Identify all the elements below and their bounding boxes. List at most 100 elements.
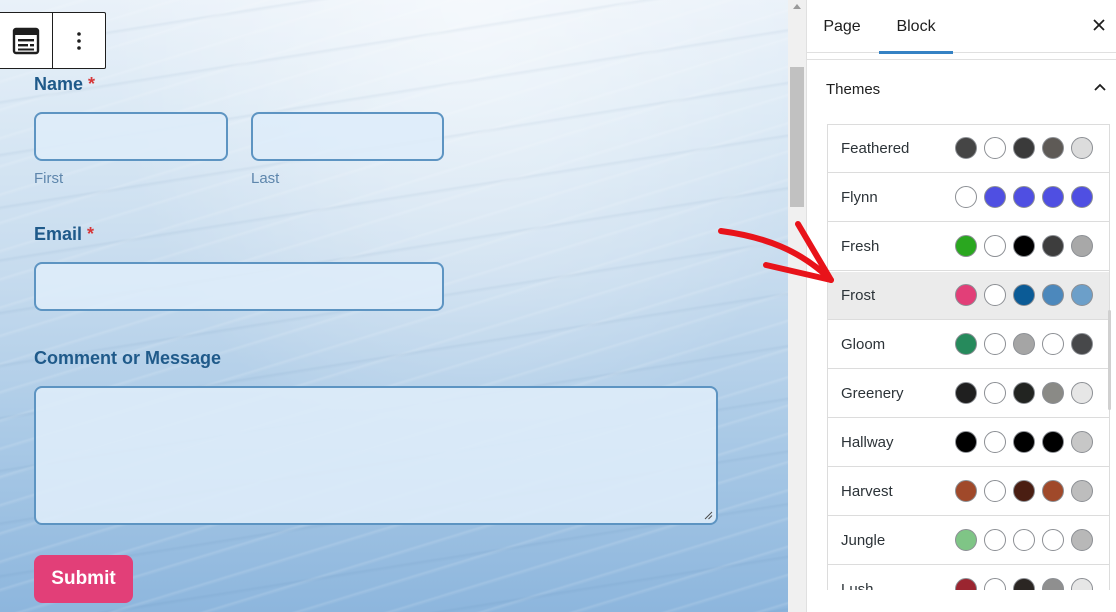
- theme-name: Feathered: [841, 140, 910, 157]
- color-swatch: [955, 137, 977, 159]
- comment-textarea[interactable]: [34, 386, 718, 525]
- tab-page[interactable]: Page: [807, 0, 877, 53]
- color-swatch: [1071, 235, 1093, 257]
- theme-name: Harvest: [841, 483, 893, 500]
- theme-name: Gloom: [841, 336, 886, 353]
- theme-option[interactable]: Gloom: [828, 321, 1109, 369]
- color-swatch: [1042, 431, 1064, 453]
- theme-option[interactable]: Flynn: [828, 174, 1109, 222]
- color-swatch: [955, 382, 977, 404]
- color-swatch: [955, 333, 977, 355]
- annotation-arrow-icon: [718, 221, 834, 283]
- required-marker: *: [88, 74, 96, 94]
- color-swatch: [984, 578, 1006, 590]
- color-swatch: [1042, 382, 1064, 404]
- color-swatch: [1042, 137, 1064, 159]
- theme-name: Greenery: [841, 385, 904, 402]
- theme-option[interactable]: Fresh: [828, 223, 1109, 271]
- color-swatch: [1042, 578, 1064, 590]
- scroll-up-arrow-icon[interactable]: [793, 4, 801, 9]
- color-swatch: [1013, 333, 1035, 355]
- editor-canvas: Name * First Last Email * Comment or Messa…: [0, 0, 788, 612]
- name-field-label: Name *: [34, 74, 95, 95]
- theme-option[interactable]: Feathered: [828, 125, 1109, 173]
- block-toolbar: [0, 12, 106, 69]
- comment-field-label: Comment or Message: [34, 348, 222, 368]
- theme-list-scrollbar[interactable]: [1108, 310, 1111, 410]
- color-swatch: [1071, 137, 1093, 159]
- color-swatch: [1071, 480, 1093, 502]
- color-swatch: [984, 333, 1006, 355]
- resize-handle-icon[interactable]: [704, 511, 713, 520]
- color-swatch: [1013, 137, 1035, 159]
- color-swatch: [1071, 431, 1093, 453]
- color-swatch: [984, 382, 1006, 404]
- form-block-icon: [12, 27, 39, 54]
- name-label-text: Name: [34, 74, 84, 94]
- theme-option[interactable]: Hallway: [828, 419, 1109, 467]
- theme-option[interactable]: Jungle: [828, 517, 1109, 565]
- color-swatch: [1042, 235, 1064, 257]
- tab-block[interactable]: Block: [879, 0, 953, 54]
- color-swatch: [1013, 235, 1035, 257]
- block-options-button[interactable]: [52, 13, 105, 68]
- theme-color-swatches: [955, 431, 1093, 453]
- color-swatch: [1042, 284, 1064, 306]
- theme-option[interactable]: Harvest: [828, 468, 1109, 516]
- color-swatch: [955, 235, 977, 257]
- color-swatch: [1013, 382, 1035, 404]
- theme-option[interactable]: Frost: [828, 272, 1109, 320]
- color-swatch: [984, 235, 1006, 257]
- color-swatch: [984, 480, 1006, 502]
- color-swatch: [984, 284, 1006, 306]
- theme-color-swatches: [955, 333, 1093, 355]
- theme-color-swatches: [955, 382, 1093, 404]
- color-swatch: [1042, 333, 1064, 355]
- theme-color-swatches: [955, 284, 1093, 306]
- theme-name: Jungle: [841, 532, 886, 549]
- chevron-up-icon[interactable]: [1093, 82, 1107, 92]
- color-swatch: [1071, 529, 1093, 551]
- color-swatch: [955, 284, 977, 306]
- email-input[interactable]: [34, 262, 444, 311]
- required-marker: *: [87, 224, 95, 244]
- color-swatch: [955, 186, 977, 208]
- color-swatch: [984, 137, 1006, 159]
- color-swatch: [1071, 284, 1093, 306]
- themes-section-title: Themes: [826, 81, 881, 98]
- color-swatch: [1071, 578, 1093, 590]
- color-swatch: [1071, 186, 1093, 208]
- color-swatch: [955, 529, 977, 551]
- close-icon[interactable]: [1091, 17, 1107, 33]
- scrollbar-thumb[interactable]: [790, 67, 804, 207]
- theme-color-swatches: [955, 529, 1093, 551]
- theme-option[interactable]: Greenery: [828, 370, 1109, 418]
- last-name-input[interactable]: [251, 112, 444, 161]
- settings-sidebar: Page Block Themes Feathered Flynn Fresh Fro…: [806, 0, 1116, 612]
- color-swatch: [955, 578, 977, 590]
- color-swatch: [1071, 333, 1093, 355]
- theme-name: Hallway: [841, 434, 894, 451]
- theme-color-swatches: [955, 137, 1093, 159]
- more-vertical-icon: [77, 31, 81, 50]
- color-swatch: [1042, 480, 1064, 502]
- submit-button[interactable]: Submit: [34, 555, 133, 603]
- block-type-button[interactable]: [0, 13, 52, 68]
- email-field-label: Email *: [34, 224, 94, 245]
- color-swatch: [984, 186, 1006, 208]
- theme-name: Lush: [841, 581, 874, 590]
- theme-picker-list[interactable]: Feathered Flynn Fresh Frost Gloom Greenery Hal…: [827, 124, 1110, 590]
- color-swatch: [955, 480, 977, 502]
- theme-color-swatches: [955, 578, 1093, 590]
- color-swatch: [1013, 480, 1035, 502]
- themes-section-header[interactable]: Themes: [807, 60, 1116, 118]
- first-name-input[interactable]: [34, 112, 228, 161]
- theme-color-swatches: [955, 235, 1093, 257]
- editor-scrollbar[interactable]: [788, 0, 806, 612]
- color-swatch: [955, 431, 977, 453]
- theme-option[interactable]: Lush: [828, 566, 1109, 590]
- email-label-text: Email: [34, 224, 83, 244]
- color-swatch: [1013, 578, 1035, 590]
- color-swatch: [1013, 529, 1035, 551]
- color-swatch: [1042, 529, 1064, 551]
